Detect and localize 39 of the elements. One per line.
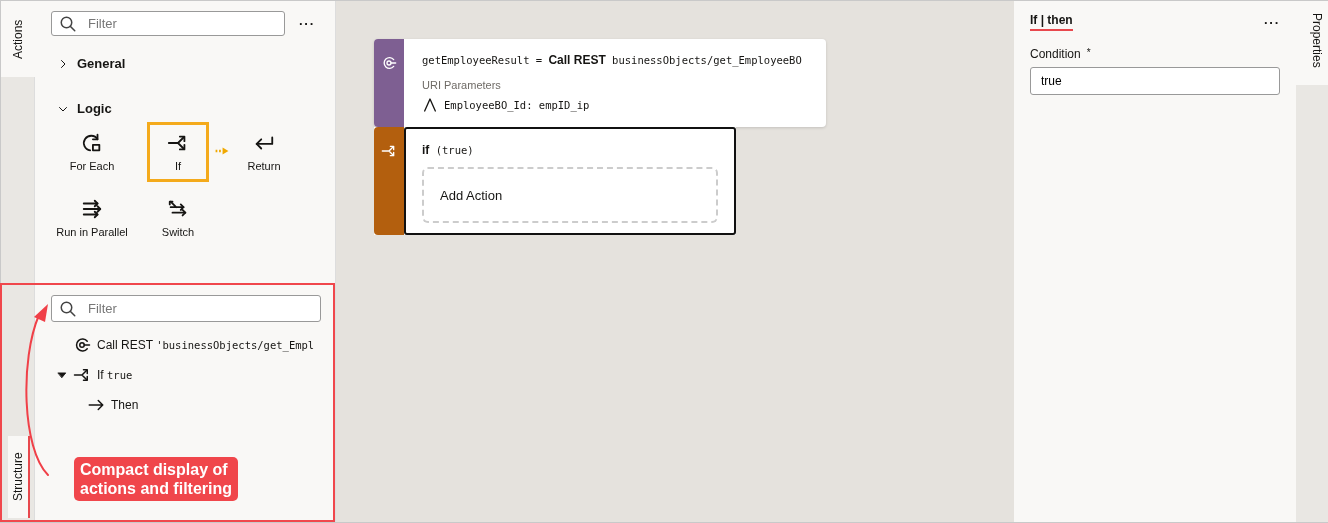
structure-tab[interactable]: Structure: [8, 436, 30, 518]
more-menu-button[interactable]: ···: [1264, 14, 1280, 30]
search-icon: [59, 300, 77, 318]
rest-call-icon: [381, 55, 397, 71]
more-menu-button[interactable]: ···: [299, 16, 315, 31]
rest-call-icon: [73, 336, 91, 354]
filter-field[interactable]: Filter: [51, 295, 321, 322]
tree-item[interactable]: Then: [51, 390, 319, 420]
condition-field[interactable]: true: [1030, 67, 1280, 95]
section-label: URI Parameters: [422, 79, 502, 91]
field-label: Condition: [1030, 47, 1081, 61]
text-type-icon: [422, 97, 438, 113]
tree-item[interactable]: Call REST 'businessObjects/get_Empl: [51, 330, 319, 360]
group-header[interactable]: General: [51, 36, 319, 71]
parameter-text: EmployeeBO_Id: empID_ip: [444, 99, 590, 111]
action-tile[interactable]: For Each: [61, 122, 123, 182]
action-tile[interactable]: If: [147, 122, 209, 182]
group-title: Logic: [77, 101, 112, 116]
filter-field[interactable]: Filter: [51, 11, 285, 36]
branch-icon: [73, 366, 91, 384]
action-tile[interactable]: Switch: [147, 188, 209, 248]
required-mark: *: [1086, 47, 1091, 60]
parallel-arrows-icon: [81, 198, 103, 220]
actions-tab[interactable]: Actions: [1, 1, 35, 77]
add-action-dropzone[interactable]: Add Action: [422, 167, 718, 223]
rest-call-card[interactable]: getEmployeeResult = Call REST businessObjects/get_EmployeeBO URI Parameters EmployeeBO_Id: empID_ip: [374, 39, 826, 127]
group-header[interactable]: Logic: [51, 81, 319, 116]
tree-item[interactable]: If true: [51, 360, 319, 390]
search-icon: [59, 15, 77, 33]
action-tile[interactable]: Return: [233, 122, 295, 182]
panel-title: If | then: [1030, 13, 1073, 31]
loop-icon: [81, 132, 103, 154]
properties-tab[interactable]: Properties: [1296, 1, 1328, 85]
node-heading: getEmployeeResult = Call REST businessObjects/get_EmployeeBO: [422, 53, 803, 67]
branch-icon: [381, 143, 397, 159]
if-block-card[interactable]: if (true) Add Action: [374, 127, 736, 235]
node-heading: if (true): [422, 143, 475, 157]
group-title: General: [77, 56, 126, 71]
callout-label: Compact display of actions and filtering: [74, 457, 238, 501]
